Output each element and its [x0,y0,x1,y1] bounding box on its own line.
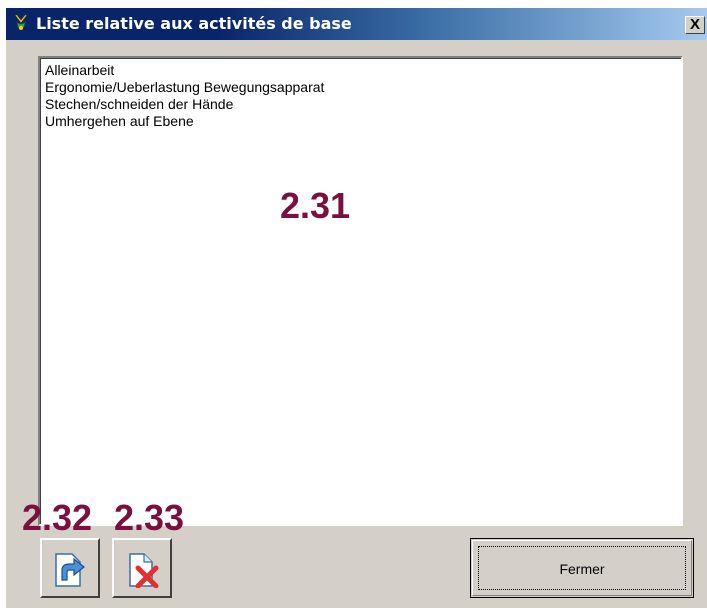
fermer-label: Fermer [559,561,605,577]
callout-delete: 2.33 [114,497,185,538]
app-logo-icon [12,13,30,33]
title-bar[interactable]: Liste relative aux activités de base X [6,8,707,40]
share-arrow-icon [55,553,85,587]
fermer-button-bevel: Fermer [472,540,692,596]
list-item[interactable]: Ergonomie/Ueberlastung Bewegungsapparat [41,79,681,96]
dialog-window: Liste relative aux activités de base X A… [6,8,707,608]
delete-button[interactable] [112,538,172,598]
activities-listbox[interactable]: Alleinarbeit Ergonomie/Ueberlastung Bewe… [38,56,683,526]
window-title: Liste relative aux activités de base [36,14,352,33]
callout-export: 2.32 [22,497,93,538]
listbox-content: Alleinarbeit Ergonomie/Ueberlastung Bewe… [40,58,681,524]
delete-document-icon [129,553,159,588]
export-button[interactable] [40,538,100,598]
fermer-button[interactable]: Fermer [470,538,694,598]
window-close-button[interactable]: X [685,16,705,34]
list-item[interactable]: Stechen/schneiden der Hände [41,96,681,113]
list-item[interactable]: Umhergehen auf Ebene [41,113,681,130]
callout-list: 2.31 [280,185,351,226]
list-items: Alleinarbeit Ergonomie/Ueberlastung Bewe… [41,59,681,130]
close-icon: X [689,16,700,33]
list-item[interactable]: Alleinarbeit [41,62,681,79]
